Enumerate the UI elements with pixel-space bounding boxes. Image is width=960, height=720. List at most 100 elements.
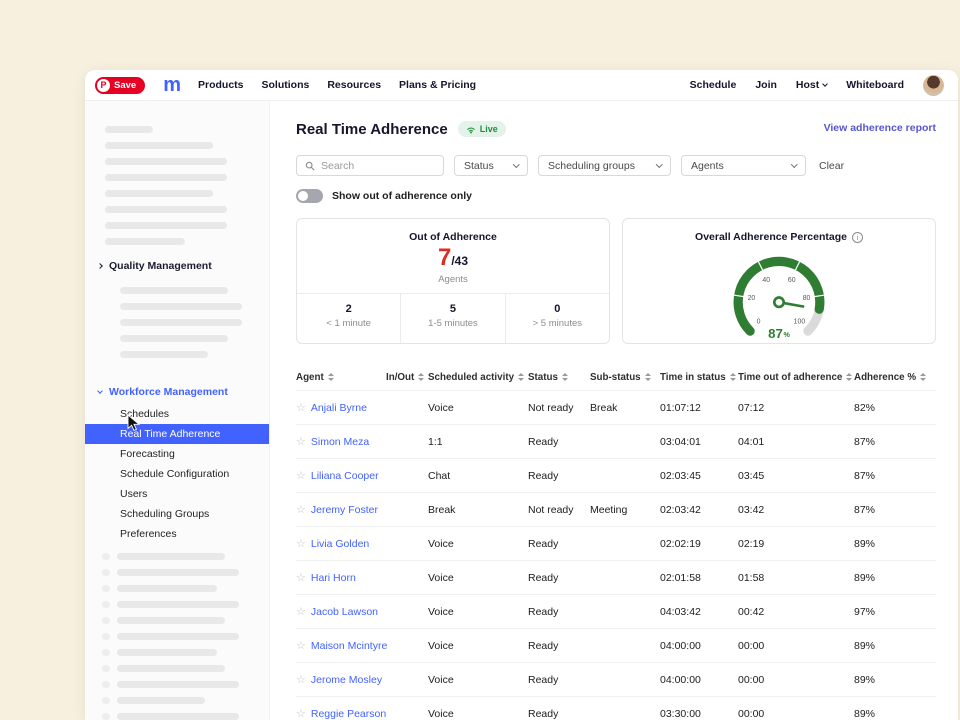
nav-solutions[interactable]: Solutions [262,79,310,91]
nav-plans-pricing[interactable]: Plans & Pricing [399,79,476,91]
agent-link[interactable]: Reggie Pearson [311,708,386,720]
agent-link[interactable]: Maison Mcintyre [311,640,387,652]
time-out-cell: 00:00 [738,640,854,652]
col-time-in-status[interactable]: Time in status [660,372,738,383]
search-box[interactable] [296,155,444,176]
sidebar-section-workforce-management[interactable]: Workforce Management [85,380,269,404]
col-sub-status[interactable]: Sub-status [590,372,660,383]
status-cell: Ready [528,572,590,584]
time-out-cell: 00:00 [738,708,854,720]
col-status[interactable]: Status [528,372,590,383]
gauge-value: 87% [768,326,790,341]
time-out-cell: 07:12 [738,402,854,414]
col-in-out[interactable]: In/Out [386,372,428,383]
table-row[interactable]: ☆Reggie Pearson Voice Ready 03:30:00 00:… [296,696,936,720]
skeleton-bar [105,206,227,213]
agent-link[interactable]: Simon Meza [311,436,369,448]
adherence-cell: 87% [854,436,936,448]
skeleton-row [102,681,269,688]
nav-products[interactable]: Products [198,79,244,91]
nav-whiteboard[interactable]: Whiteboard [846,79,904,91]
col-agent[interactable]: Agent [296,372,386,383]
star-icon[interactable]: ☆ [296,605,306,618]
nav-host[interactable]: Host [796,79,827,91]
table-row[interactable]: ☆Jacob Lawson Voice Ready 04:03:42 00:42… [296,594,936,628]
adherence-cell: 89% [854,538,936,550]
table-row[interactable]: ☆Simon Meza 1:1 Ready 03:04:01 04:01 87% [296,424,936,458]
sidebar-item-preferences[interactable]: Preferences [85,524,269,544]
star-icon[interactable]: ☆ [296,707,306,720]
sort-icon [920,373,926,381]
table-row[interactable]: ☆Maison Mcintyre Voice Ready 04:00:00 00… [296,628,936,662]
agent-link[interactable]: Hari Horn [311,572,356,584]
adherence-breakdown: 2 < 1 minute 5 1-5 minutes 0 > 5 minutes [297,293,609,343]
svg-text:0: 0 [757,319,761,326]
star-icon[interactable]: ☆ [296,673,306,686]
star-icon[interactable]: ☆ [296,469,306,482]
sidebar-item-schedule-configuration[interactable]: Schedule Configuration [85,464,269,484]
skeleton-row [102,553,269,560]
status-cell: Ready [528,436,590,448]
user-avatar[interactable] [923,75,944,96]
nav-resources[interactable]: Resources [327,79,381,91]
star-icon[interactable]: ☆ [296,401,306,414]
status-dropdown[interactable]: Status [454,155,528,176]
col-scheduled-activity[interactable]: Scheduled activity [428,372,528,383]
agent-link[interactable]: Anjali Byrne [311,402,367,414]
sidebar-item-forecasting[interactable]: Forecasting [85,444,269,464]
breakdown-under-1-min: 2 < 1 minute [297,294,400,343]
chevron-down-icon [97,388,103,394]
sidebar-item-scheduling-groups[interactable]: Scheduling Groups [85,504,269,524]
clear-filters-button[interactable]: Clear [819,160,844,172]
star-icon[interactable]: ☆ [296,537,306,550]
nav-join[interactable]: Join [755,79,777,91]
star-icon[interactable]: ☆ [296,435,306,448]
navbar-right: Schedule Join Host Whiteboard [690,75,944,96]
skeleton-row [102,713,269,720]
agents-dropdown[interactable]: Agents [681,155,806,176]
scheduled-activity-cell: 1:1 [428,436,528,448]
table-row[interactable]: ☆Jerome Mosley Voice Ready 04:00:00 00:0… [296,662,936,696]
sidebar-item-users[interactable]: Users [85,484,269,504]
star-icon[interactable]: ☆ [296,571,306,584]
sidebar-item-real-time-adherence[interactable]: Real Time Adherence [85,424,269,444]
time-in-status-cell: 02:01:58 [660,572,738,584]
skeleton-row [102,617,269,624]
svg-text:40: 40 [762,277,770,284]
skeleton-row [102,569,269,576]
agent-link[interactable]: Jerome Mosley [311,674,382,686]
nav-schedule[interactable]: Schedule [690,79,737,91]
info-icon[interactable]: i [852,232,863,243]
star-icon[interactable]: ☆ [296,639,306,652]
table-row[interactable]: ☆Jeremy Foster Break Not ready Meeting 0… [296,492,936,526]
table-row[interactable]: ☆Anjali Byrne Voice Not ready Break 01:0… [296,390,936,424]
time-out-cell: 02:19 [738,538,854,550]
skeleton-bar [120,319,242,326]
scheduled-activity-cell: Voice [428,606,528,618]
time-in-status-cell: 03:04:01 [660,436,738,448]
scheduling-groups-dropdown[interactable]: Scheduling groups [538,155,671,176]
table-row[interactable]: ☆Livia Golden Voice Ready 02:02:19 02:19… [296,526,936,560]
table-row[interactable]: ☆Hari Horn Voice Ready 02:01:58 01:58 89… [296,560,936,594]
sort-icon [645,373,651,381]
brand-logo[interactable]: m [163,77,180,93]
col-time-out-of-adherence[interactable]: Time out of adherence [738,372,854,383]
view-adherence-report-link[interactable]: View adherence report [824,122,936,134]
sidebar-section-quality-management[interactable]: Quality Management [85,254,269,278]
agent-link[interactable]: Livia Golden [311,538,369,550]
search-input[interactable] [321,160,431,172]
col-adherence[interactable]: Adherence % [854,372,936,383]
agent-link[interactable]: Jeremy Foster [311,504,378,516]
star-icon[interactable]: ☆ [296,503,306,516]
pinterest-save-button[interactable]: P Save [95,77,145,94]
status-cell: Ready [528,538,590,550]
sort-icon [562,373,568,381]
table-row[interactable]: ☆Liliana Cooper Chat Ready 02:03:45 03:4… [296,458,936,492]
sidebar-item-schedules[interactable]: Schedules [85,404,269,424]
agent-link[interactable]: Liliana Cooper [311,470,379,482]
out-of-adherence-toggle[interactable] [296,189,323,203]
svg-text:20: 20 [748,295,756,302]
scheduled-activity-cell: Break [428,504,528,516]
agent-link[interactable]: Jacob Lawson [311,606,378,618]
status-cell: Not ready [528,402,590,414]
